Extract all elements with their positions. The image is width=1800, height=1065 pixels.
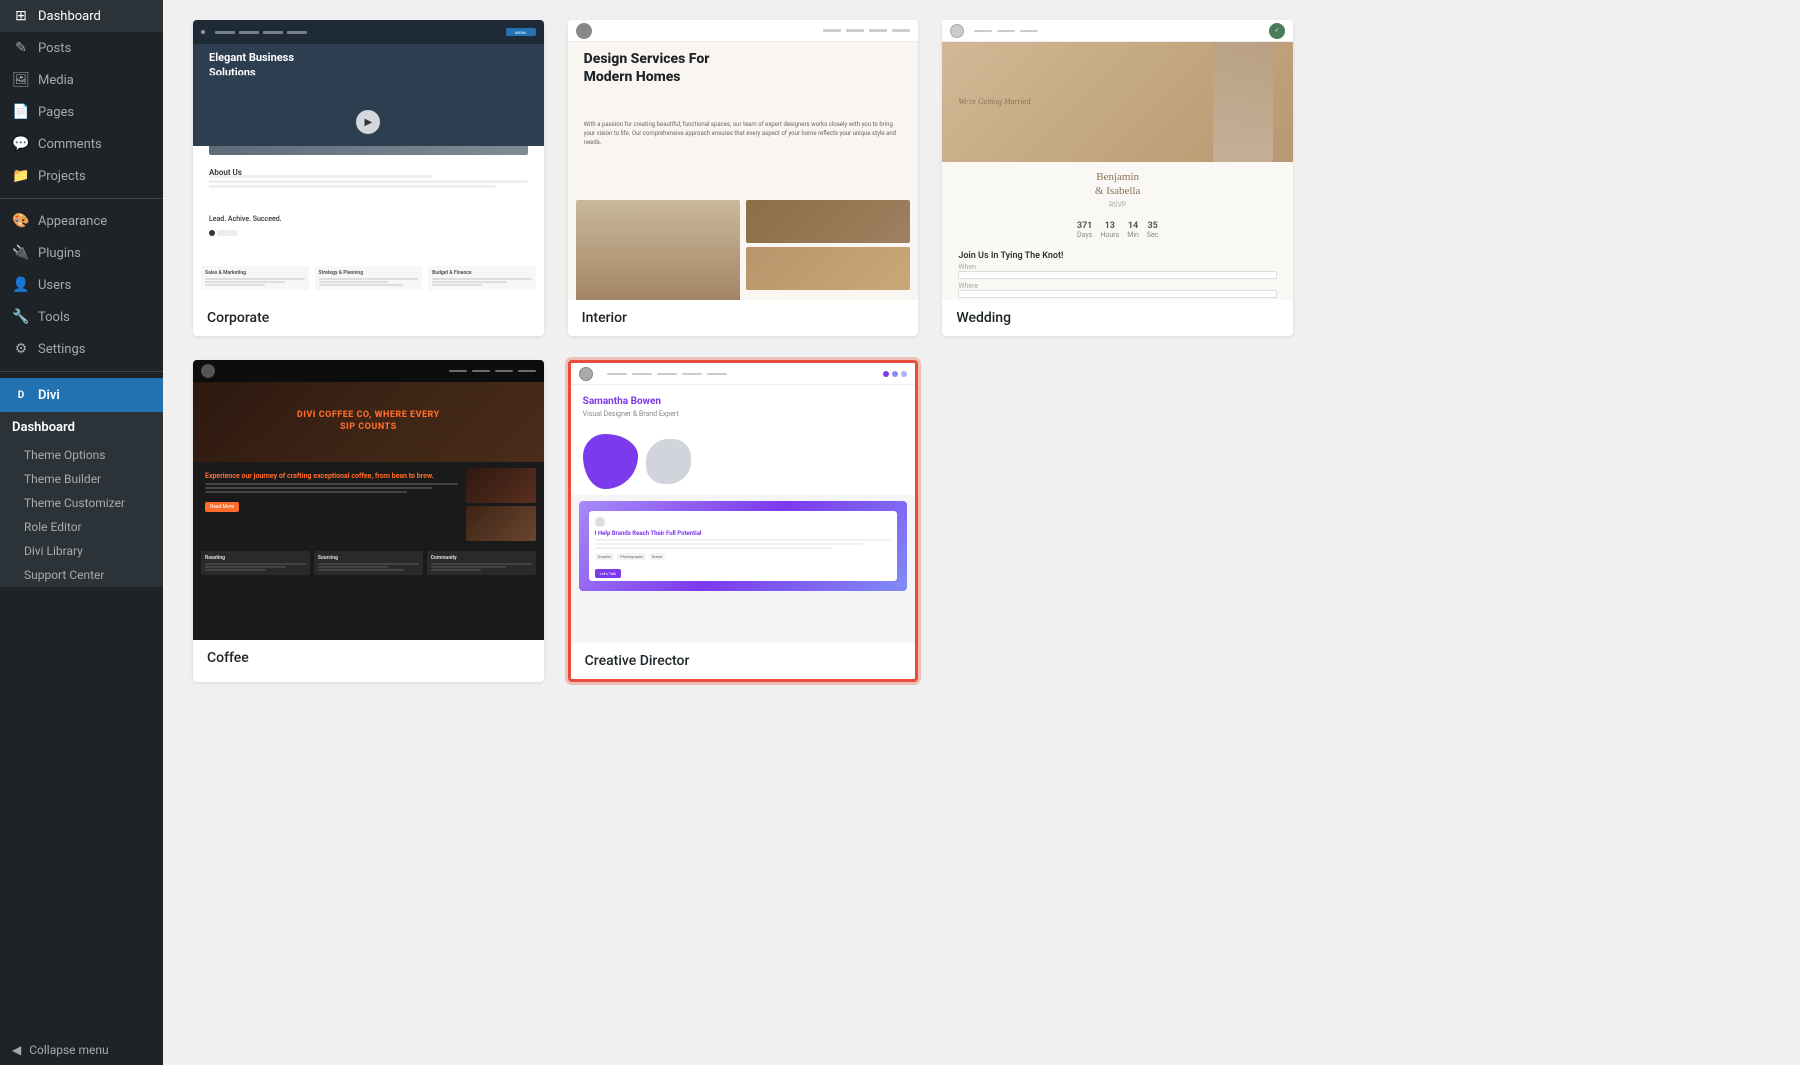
collapse-icon: ◀ [12,1043,21,1057]
sidebar-item-projects[interactable]: 📁 Projects [0,160,163,192]
wedding-names: Benjamin& Isabella RSVP [942,162,1293,217]
sidebar-item-appearance[interactable]: 🎨 Appearance [0,205,163,237]
sidebar-item-media[interactable]: 🖼 Media [0,64,163,96]
coffee-nav [193,360,544,382]
support-center-label: Support Center [24,568,104,582]
sidebar-label-tools: Tools [38,310,70,325]
wedding-form-section: Join Us In Tying The Knot! When Where RS… [958,251,1277,300]
theme-card-corporate[interactable]: MENU Elegant BusinessSolutions ▶ About U… [193,20,544,336]
sidebar-label-plugins: Plugins [38,246,81,261]
wedding-top-image: We're Getting Married [942,42,1293,162]
sidebar-item-dashboard[interactable]: ⊞ Dashboard [0,0,163,32]
sidebar-item-theme-options[interactable]: Theme Options [0,443,163,467]
creative-nav [571,363,916,385]
divi-dashboard-title: Dashboard [12,420,75,435]
theme-preview-creative: Samantha Bowen Visual Designer & Brand E… [571,363,916,643]
interior-image-row [576,200,911,290]
sidebar-item-posts[interactable]: ✎ Posts [0,32,163,64]
divi-icon: D [12,386,30,404]
creative-bottom-card: I Help Brands Reach Their Full Potential… [579,501,908,591]
theme-preview-wedding: ✓ We're Getting Married Benjamin& Isabel… [942,20,1293,300]
plugins-icon: 🔌 [12,245,30,261]
sidebar-item-role-editor[interactable]: Role Editor [0,515,163,539]
pages-icon: 📄 [12,104,30,120]
sidebar-label-posts: Posts [38,41,71,56]
creative-profile: Samantha Bowen Visual Designer & Brand E… [571,385,916,428]
sidebar-label-users: Users [38,278,71,293]
collapse-label: Collapse menu [29,1043,108,1057]
comments-icon: 💬 [12,136,30,152]
sidebar-item-tools[interactable]: 🔧 Tools [0,301,163,333]
creative-purple-shape [583,434,638,489]
sidebar-item-support-center[interactable]: Support Center [0,563,163,587]
wedding-join-text: Join Us In Tying The Knot! [958,251,1277,261]
dashboard-icon: ⊞ [12,8,30,24]
creative-card-button: Let's Talk [595,569,621,578]
sidebar-label-settings: Settings [38,342,85,357]
theme-name-creative-director: Creative Director [571,643,916,679]
coffee-text-heading: Experience our journey of crafting excep… [205,472,458,481]
sidebar-item-divi[interactable]: D Divi [0,378,163,412]
divi-section-header: Dashboard [0,412,163,443]
creative-name: Samantha Bowen [583,395,904,408]
theme-card-coffee[interactable]: DIVI COFFEE CO, WHERE EVERY SIP COUNTS E… [193,360,544,682]
theme-options-label: Theme Options [24,448,106,462]
theme-card-wedding[interactable]: ✓ We're Getting Married Benjamin& Isabel… [942,20,1293,336]
sidebar-label-dashboard: Dashboard [38,9,101,24]
corporate-nav: MENU [193,20,544,44]
settings-icon: ⚙ [12,341,30,357]
theme-preview-corporate: MENU Elegant BusinessSolutions ▶ About U… [193,20,544,300]
theme-card-creative-director[interactable]: Samantha Bowen Visual Designer & Brand E… [568,360,919,682]
corporate-stats: Sales & Marketing Strategy & Planning [201,266,536,290]
theme-name-corporate: Corporate [193,300,544,336]
theme-preview-interior: Design Services For Modern Homes With a … [568,20,919,300]
interior-hero-text: Design Services For Modern Homes [584,50,903,86]
interior-nav [568,20,919,42]
sidebar-item-theme-builder[interactable]: Theme Builder [0,467,163,491]
theme-name-coffee: Coffee [193,640,544,676]
creative-gray-shape [646,439,691,484]
role-editor-label: Role Editor [24,520,82,534]
coffee-content-grid: Experience our journey of crafting excep… [193,462,544,547]
coffee-hero: DIVI COFFEE CO, WHERE EVERY SIP COUNTS [193,382,544,462]
sidebar-label-appearance: Appearance [38,214,107,229]
theme-name-interior: Interior [568,300,919,336]
posts-icon: ✎ [12,40,30,56]
sidebar-item-pages[interactable]: 📄 Pages [0,96,163,128]
tools-icon: 🔧 [12,309,30,325]
sidebar-item-plugins[interactable]: 🔌 Plugins [0,237,163,269]
projects-icon: 📁 [12,168,30,184]
media-icon: 🖼 [12,72,30,88]
theme-card-interior[interactable]: Design Services For Modern Homes With a … [568,20,919,336]
main-content: MENU Elegant BusinessSolutions ▶ About U… [163,0,1800,1065]
sidebar-item-comments[interactable]: 💬 Comments [0,128,163,160]
creative-title: Visual Designer & Brand Expert [583,410,904,418]
sidebar-label-divi: Divi [38,388,60,403]
theme-name-wedding: Wedding [942,300,1293,336]
theme-preview-coffee: DIVI COFFEE CO, WHERE EVERY SIP COUNTS E… [193,360,544,640]
sidebar-item-users[interactable]: 👤 Users [0,269,163,301]
sidebar-item-settings[interactable]: ⚙ Settings [0,333,163,365]
sidebar-label-projects: Projects [38,169,86,184]
coffee-bottom-grid: Roasting Sourcing [193,547,544,579]
creative-card-title: I Help Brands Reach Their Full Potential [595,530,892,537]
sidebar-label-pages: Pages [38,105,74,120]
theme-customizer-label: Theme Customizer [24,496,125,510]
coffee-hero-text: DIVI COFFEE CO, WHERE EVERY SIP COUNTS [297,410,440,433]
creative-shapes [571,428,916,495]
sidebar-label-media: Media [38,73,74,88]
theme-builder-label: Theme Builder [24,472,101,486]
sidebar-label-comments: Comments [38,137,102,152]
sidebar: ⊞ Dashboard ✎ Posts 🖼 Media 📄 Pages 💬 Co… [0,0,163,1065]
appearance-icon: 🎨 [12,213,30,229]
wedding-stats-row: 371Days 13Hours 14Min 35Sec [942,217,1293,243]
collapse-menu-button[interactable]: ◀ Collapse menu [0,1035,163,1065]
sidebar-item-theme-customizer[interactable]: Theme Customizer [0,491,163,515]
interior-body-text: With a passion for creating beautiful, f… [584,120,903,147]
corporate-play-button: ▶ [356,110,380,134]
themes-grid: MENU Elegant BusinessSolutions ▶ About U… [193,20,1293,682]
users-icon: 👤 [12,277,30,293]
sidebar-item-divi-library[interactable]: Divi Library [0,539,163,563]
divi-library-label: Divi Library [24,544,83,558]
